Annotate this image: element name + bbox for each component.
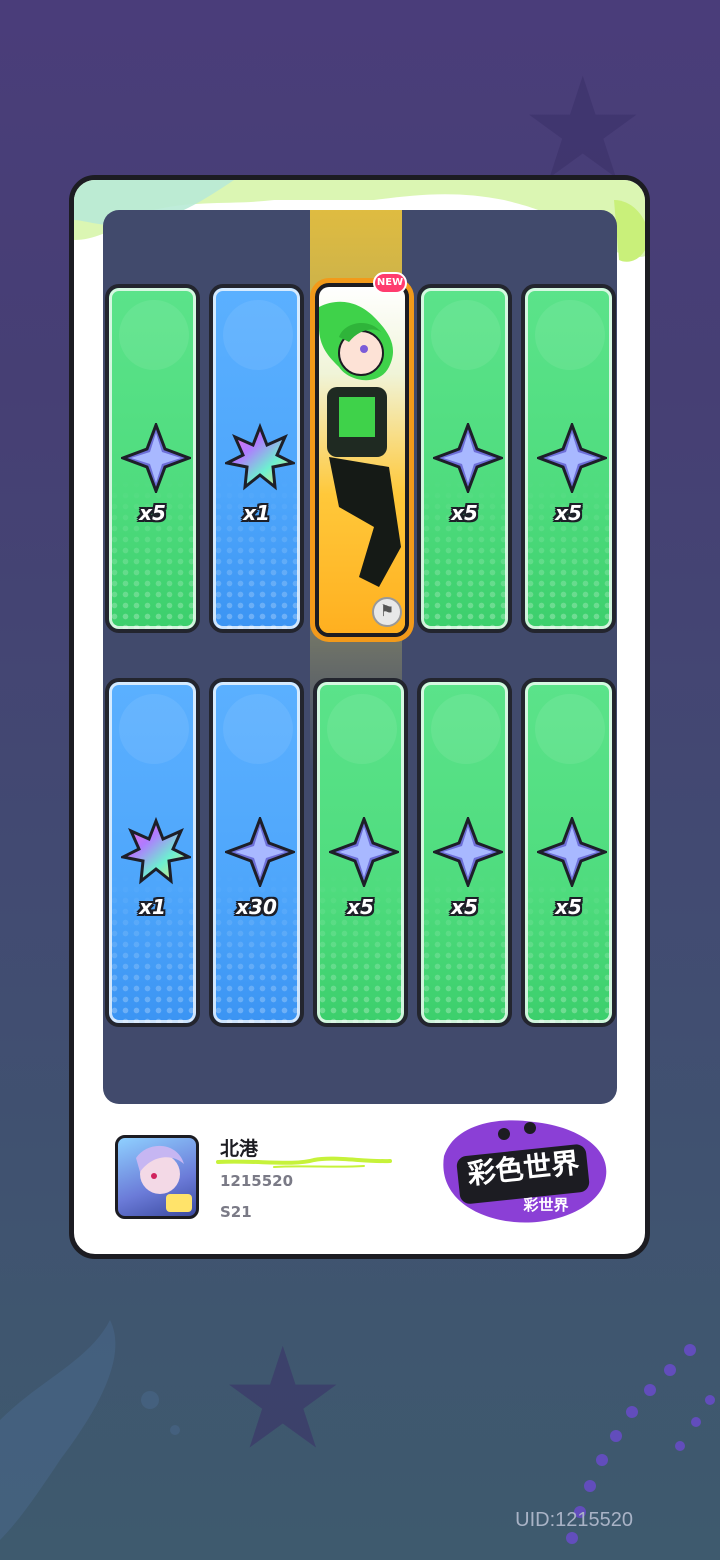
paint-splat-decoration (0, 1320, 180, 1540)
character-portrait (319, 287, 405, 633)
reward-slot[interactable]: x5 (521, 284, 616, 633)
new-badge: NEW (373, 272, 407, 294)
character-reward-card[interactable] (315, 283, 409, 637)
reward-slot[interactable]: x1 (209, 284, 304, 633)
game-logo: 彩色世界 彩世界 (443, 1120, 607, 1223)
reward-slot[interactable]: x5 (105, 284, 200, 633)
gacha-result-card: x5 x1 x5 x5 x1 x30 x5 x5 x5 北港 1215520 S… (69, 175, 650, 1259)
player-uid: 1215520 (220, 1172, 294, 1190)
logo-subtext: 彩世界 (522, 1196, 568, 1214)
reward-slot[interactable]: x5 (417, 678, 512, 1027)
reward-slot[interactable]: x5 (313, 678, 408, 1027)
reward-slot[interactable]: x1 (105, 678, 200, 1027)
star-doodle-icon: ★ (220, 1318, 346, 1481)
reward-slot[interactable]: x30 (209, 678, 304, 1027)
weapon-type-icon: ⚑ (372, 597, 402, 627)
reward-slot[interactable]: x5 (521, 678, 616, 1027)
reward-slot[interactable]: x5 (417, 284, 512, 633)
footer-uid: UID:1215520 (515, 1509, 633, 1531)
season-label: S21 (220, 1203, 252, 1221)
avatar[interactable] (115, 1135, 199, 1219)
player-info-footer: 北港 1215520 S21 彩色世界 彩世界 (74, 1110, 645, 1254)
name-underline-decoration (216, 1156, 392, 1168)
avatar-portrait (136, 1145, 192, 1212)
